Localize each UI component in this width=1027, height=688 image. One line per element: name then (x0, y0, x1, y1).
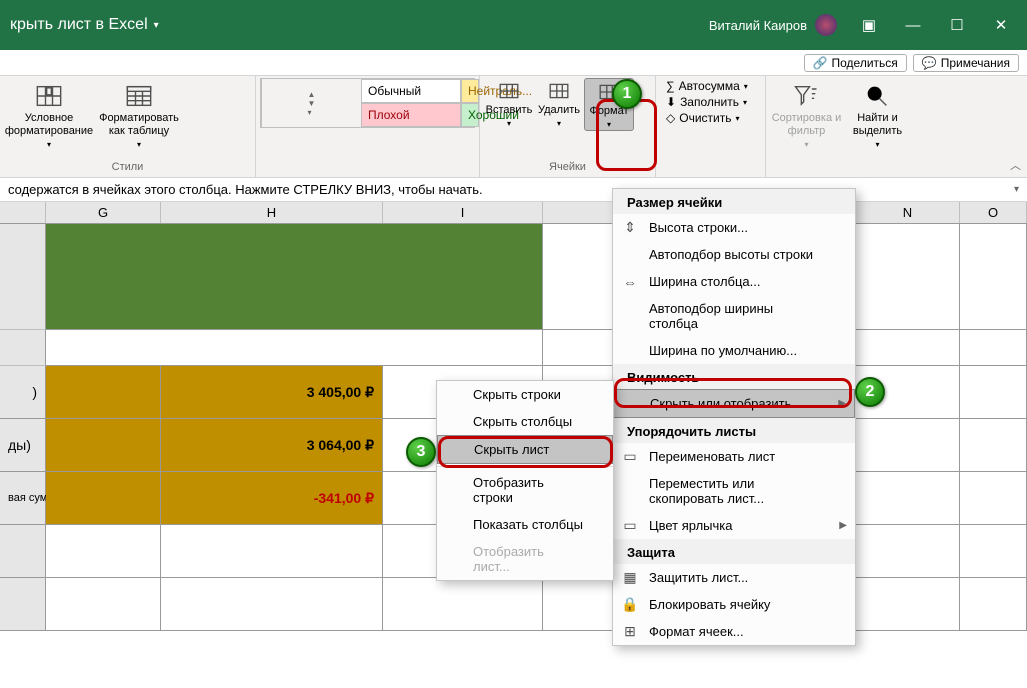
title-dropdown-icon[interactable]: ▾ (154, 20, 159, 31)
row-height-icon: ⇕ (621, 219, 639, 236)
col-i[interactable]: I (383, 202, 543, 223)
rename-icon: ▭ (621, 448, 639, 465)
color-icon: ▭ (621, 517, 639, 534)
menu-lock-cell[interactable]: 🔒Блокировать ячейку (613, 591, 855, 618)
share-bar: 🔗Поделиться 💬Примечания (0, 50, 1027, 76)
formula-bar: содержатся в ячейках этого столбца. Нажм… (0, 178, 1027, 202)
doc-title: крыть лист в Excel (10, 16, 148, 34)
column-headers: G H I N O (0, 202, 1027, 224)
gallery-scroll[interactable]: ▲▼▾ (261, 79, 361, 127)
find-select-button[interactable]: Найти и выделить▾ (843, 78, 912, 150)
funnel-icon (792, 82, 820, 110)
style-neutral[interactable]: Нейтраль... (461, 79, 479, 103)
maximize-button[interactable]: ☐ (935, 5, 979, 45)
avatar[interactable] (815, 14, 837, 36)
menu-section-protect: Защита (613, 539, 855, 564)
badge-2: 2 (855, 377, 885, 407)
menu-section-organize: Упорядочить листы (613, 418, 855, 443)
menu-autofit-row[interactable]: Автоподбор высоты строки (613, 241, 855, 268)
cell-h4[interactable]: 3 064,00 ₽ (161, 419, 383, 472)
col-g[interactable]: G (46, 202, 161, 223)
conditional-formatting-button[interactable]: Условное форматирование▾ (4, 78, 94, 150)
eraser-icon: ◇ (666, 111, 675, 125)
style-bad[interactable]: Плохой (361, 103, 461, 127)
collapse-ribbon-icon[interactable]: ︿ (1010, 157, 1021, 173)
styles-group-label: Стили (4, 161, 251, 175)
fill-button[interactable]: ⬇Заполнить ▾ (660, 94, 761, 110)
format-menu: Размер ячейки ⇕Высота строки... Автоподб… (612, 188, 856, 646)
table-icon (125, 82, 153, 110)
cell-h5[interactable]: -341,00 ₽ (161, 472, 383, 525)
minimize-button[interactable]: — (891, 5, 935, 45)
menu-format-cells[interactable]: ⊞Формат ячеек... (613, 618, 855, 645)
chevron-right-icon: ▶ (838, 398, 846, 409)
menu-tab-color[interactable]: ▭Цвет ярлычка▶ (613, 512, 855, 539)
fill-icon: ⬇ (666, 95, 676, 109)
menu-rename-sheet[interactable]: ▭Переименовать лист (613, 443, 855, 470)
style-normal[interactable]: Обычный (361, 79, 461, 103)
col-h[interactable]: H (161, 202, 383, 223)
col-width-icon: ⇔ (621, 274, 639, 290)
shield-icon: ▦ (621, 569, 639, 586)
submenu-hide-sheet[interactable]: Скрыть лист (437, 435, 613, 464)
comment-icon: 💬 (922, 56, 937, 70)
ribbon: Условное форматирование▾ Форматировать к… (0, 76, 1027, 178)
submenu-hide-rows[interactable]: Скрыть строки (437, 381, 613, 408)
user-name: Виталий Каиров (709, 18, 807, 33)
hint-text: содержатся в ячейках этого столбца. Нажм… (8, 182, 483, 197)
title-bar: крыть лист в Excel ▾ Виталий Каиров ▣ — … (0, 0, 1027, 50)
submenu-show-rows[interactable]: Отобразить строки (437, 469, 613, 511)
menu-section-size: Размер ячейки (613, 189, 855, 214)
close-button[interactable]: ✕ (979, 5, 1023, 45)
menu-row-height[interactable]: ⇕Высота строки... (613, 214, 855, 241)
share-button[interactable]: 🔗Поделиться (804, 54, 907, 72)
hide-show-submenu: Скрыть строки Скрыть столбцы Скрыть лист… (436, 380, 614, 581)
insert-button[interactable]: Вставить▾ (484, 78, 534, 131)
comments-button[interactable]: 💬Примечания (913, 54, 1019, 72)
search-icon (863, 82, 891, 110)
sigma-icon: ∑ (666, 79, 675, 93)
clear-button[interactable]: ◇Очистить ▾ (660, 110, 761, 126)
grid-icon (35, 82, 63, 110)
submenu-show-cols[interactable]: Показать столбцы (437, 511, 613, 538)
autosum-button[interactable]: ∑Автосумма ▾ (660, 78, 761, 94)
insert-icon (498, 80, 520, 102)
delete-button[interactable]: Удалить▾ (534, 78, 584, 131)
chevron-right-icon: ▶ (839, 520, 847, 531)
cells-group-label: Ячейки (484, 161, 651, 175)
badge-3: 3 (406, 437, 436, 467)
dropdown-icon[interactable]: ▾ (1014, 184, 1019, 195)
menu-col-width[interactable]: ⇔Ширина столбца... (613, 268, 855, 295)
col-n[interactable]: N (856, 202, 960, 223)
submenu-show-sheet: Отобразить лист... (437, 538, 613, 580)
col-o[interactable]: O (960, 202, 1027, 223)
format-as-table-button[interactable]: Форматировать как таблицу▾ (94, 78, 184, 150)
delete-icon (548, 80, 570, 102)
menu-autofit-col[interactable]: Автоподбор ширины столбца (613, 295, 855, 337)
menu-move-copy[interactable]: Переместить или скопировать лист... (613, 470, 855, 512)
menu-hide-show[interactable]: Скрыть или отобразить▶ (613, 389, 855, 418)
cell-h3[interactable]: 3 405,00 ₽ (161, 366, 383, 419)
submenu-hide-cols[interactable]: Скрыть столбцы (437, 408, 613, 435)
badge-1: 1 (612, 79, 642, 109)
menu-default-width[interactable]: Ширина по умолчанию... (613, 337, 855, 364)
cell-styles-gallery[interactable]: Обычный Нейтраль... ▲▼▾ Плохой Хороший (260, 78, 475, 128)
style-good[interactable]: Хороший (461, 103, 479, 127)
format-cells-icon: ⊞ (621, 623, 639, 640)
ribbon-mode-button[interactable]: ▣ (847, 5, 891, 45)
share-icon: 🔗 (813, 56, 828, 70)
menu-section-visibility: Видимость (613, 364, 855, 389)
lock-icon: 🔒 (621, 596, 639, 613)
menu-protect-sheet[interactable]: ▦Защитить лист... (613, 564, 855, 591)
sort-filter-button: Сортировка и фильтр▾ (770, 78, 843, 150)
